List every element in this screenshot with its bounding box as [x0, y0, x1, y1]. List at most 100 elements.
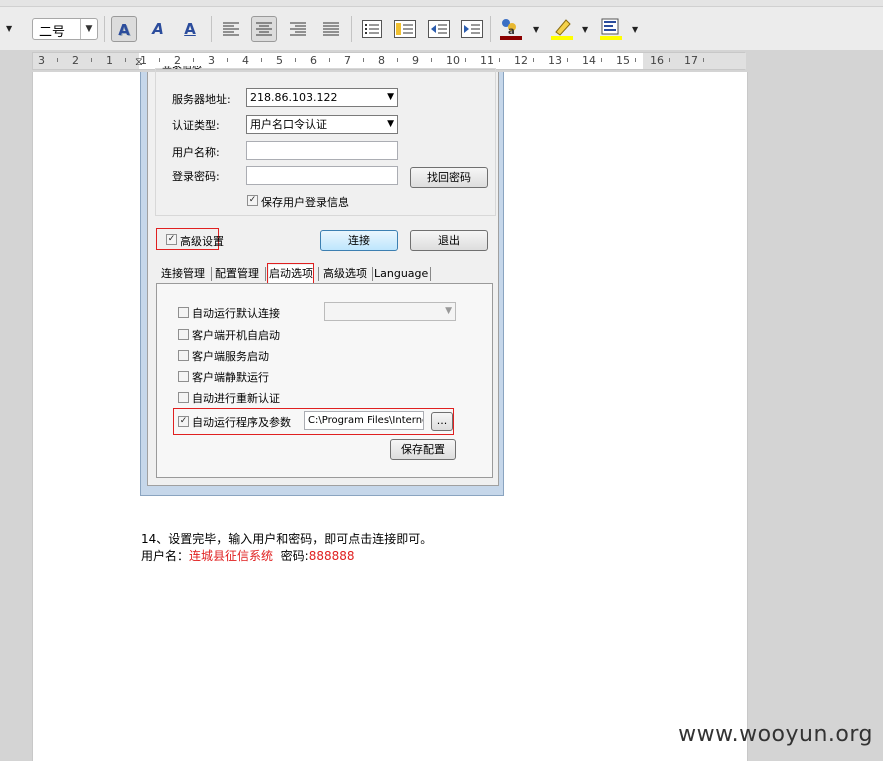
advanced-settings-label: 高级设置	[180, 235, 224, 248]
auth-type-value: 用户名口令认证	[250, 118, 327, 131]
style-dropdown-arrow-icon[interactable]: ▼	[6, 24, 12, 33]
option-checkbox[interactable]	[178, 307, 189, 318]
toolbar-top-strip	[0, 0, 883, 7]
recover-password-button[interactable]: 找回密码	[410, 167, 488, 188]
ruler-tick	[465, 58, 466, 62]
username-value: 连城县征信系统	[189, 549, 274, 563]
align-right-icon[interactable]	[285, 16, 311, 42]
save-login-label: 保存用户登录信息	[261, 196, 349, 209]
ruler-label: 14	[582, 54, 596, 67]
ruler-label: 1	[140, 54, 147, 67]
auto-run-program-checkbox[interactable]: ✓	[178, 416, 189, 427]
ruler-tick	[567, 58, 568, 62]
text-underline-style-icon[interactable]: A	[177, 16, 203, 42]
exit-button[interactable]: 退出	[410, 230, 488, 251]
ruler-label: 10	[446, 54, 460, 67]
align-center-icon[interactable]	[251, 16, 277, 42]
ruler-label: 9	[412, 54, 419, 67]
increase-indent-icon[interactable]	[459, 16, 485, 42]
option-checkbox[interactable]	[178, 371, 189, 382]
advanced-settings-checkbox[interactable]: ✓	[166, 234, 177, 245]
ruler-label: 15	[616, 54, 630, 67]
instruction-line: 14、设置完毕，输入用户和密码，即可点击连接即可。	[141, 532, 433, 546]
credentials-line: 用户名：连城县征信系统 密码:888888	[141, 547, 355, 564]
align-justify-icon[interactable]	[318, 16, 344, 42]
ruler-label: 6	[310, 54, 317, 67]
auto-run-program-label: 自动运行程序及参数	[192, 416, 291, 429]
font-color-dropdown-arrow-icon[interactable]: ▼	[533, 25, 539, 34]
ruler-label: 4	[242, 54, 249, 67]
background-color-dropdown-arrow-icon[interactable]: ▼	[632, 25, 638, 34]
option-label: 客户端服务启动	[192, 350, 269, 363]
list-icon[interactable]	[359, 16, 385, 42]
ruler-tick	[261, 58, 262, 62]
tab-connection-management[interactable]: 连接管理	[161, 265, 205, 283]
formatting-toolbar: ▼ 二号 ▼ A A A a ▼ ▼ ▼	[0, 0, 883, 50]
highlight-icon[interactable]	[549, 16, 575, 42]
ruler-tick	[635, 58, 636, 62]
text-outline-icon[interactable]: A	[145, 16, 171, 42]
toolbar-separator	[211, 16, 212, 42]
chevron-down-icon[interactable]: ▼	[80, 19, 97, 39]
password-prefix: 密码:	[280, 549, 309, 563]
ruler-label: 3	[208, 54, 215, 67]
highlight-dropdown-arrow-icon[interactable]: ▼	[582, 25, 588, 34]
save-config-button[interactable]: 保存配置	[390, 439, 456, 460]
program-path-input[interactable]: C:\Program Files\Internet	[304, 411, 424, 430]
option-label: 自动运行默认连接	[192, 307, 280, 320]
ruler-tick	[363, 58, 364, 62]
auth-type-select[interactable]: 用户名口令认证 ▼	[246, 115, 398, 134]
chevron-down-icon[interactable]: ▼	[387, 116, 394, 133]
tab-config-management[interactable]: 配置管理	[215, 265, 259, 283]
ruler-tick	[533, 58, 534, 62]
server-address-select[interactable]: 218.86.103.122 ▼	[246, 88, 398, 107]
align-left-icon[interactable]	[218, 16, 244, 42]
password-input[interactable]	[246, 166, 398, 185]
ruler-tick	[703, 58, 704, 62]
option-checkbox[interactable]	[178, 392, 189, 403]
tab-advanced-options[interactable]: 高级选项	[323, 265, 367, 283]
background-color-icon[interactable]	[598, 16, 624, 42]
watermark: www.wooyun.org	[678, 722, 873, 747]
tab-divider	[430, 267, 431, 281]
chevron-down-icon[interactable]: ▼	[445, 303, 452, 320]
tab-startup-options[interactable]: 启动选项	[269, 265, 313, 283]
tab-language[interactable]: Language	[374, 265, 428, 283]
username-input[interactable]	[246, 141, 398, 160]
ruler-tick	[329, 58, 330, 62]
server-address-value: 218.86.103.122	[250, 91, 338, 104]
option-label: 自动进行重新认证	[192, 392, 280, 405]
ruler-label: 2	[72, 54, 79, 67]
text-shadow-icon[interactable]: A	[111, 16, 137, 42]
ruler-label: 17	[684, 54, 698, 67]
ruler-label: 16	[650, 54, 664, 67]
connect-button[interactable]: 连接	[320, 230, 398, 251]
default-connection-select[interactable]: ▼	[324, 302, 456, 321]
embedded-dialog-screenshot: 登录信息 服务器地址: 218.86.103.122 ▼ 认证类型: 用户名口令…	[140, 66, 504, 496]
numbered-list-icon[interactable]	[392, 16, 418, 42]
svg-text:a: a	[508, 26, 515, 37]
decrease-indent-icon[interactable]	[426, 16, 452, 42]
font-size-combo[interactable]: 二号 ▼	[32, 18, 98, 40]
auth-type-label: 认证类型:	[172, 119, 220, 132]
option-checkbox[interactable]	[178, 350, 189, 361]
password-value: 888888	[308, 549, 355, 563]
ruler-tick	[499, 58, 500, 62]
login-info-group-label: 登录信息	[162, 66, 202, 72]
font-color-icon[interactable]: a	[498, 16, 524, 42]
ruler-tick	[193, 58, 194, 62]
chevron-down-icon[interactable]: ▼	[387, 89, 394, 106]
toolbar-separator	[104, 16, 105, 42]
save-login-checkbox[interactable]: ✓	[247, 195, 258, 206]
ruler-label: 5	[276, 54, 283, 67]
ruler-tick	[91, 58, 92, 62]
browse-button[interactable]: ...	[431, 412, 453, 431]
ruler-tick	[295, 58, 296, 62]
ruler-tick	[159, 58, 160, 62]
ruler-label: 12	[514, 54, 528, 67]
dialog-body: 登录信息 服务器地址: 218.86.103.122 ▼ 认证类型: 用户名口令…	[147, 66, 499, 486]
tab-divider	[211, 267, 212, 281]
ruler-tick	[125, 58, 126, 62]
option-checkbox[interactable]	[178, 329, 189, 340]
ruler-label: 13	[548, 54, 562, 67]
